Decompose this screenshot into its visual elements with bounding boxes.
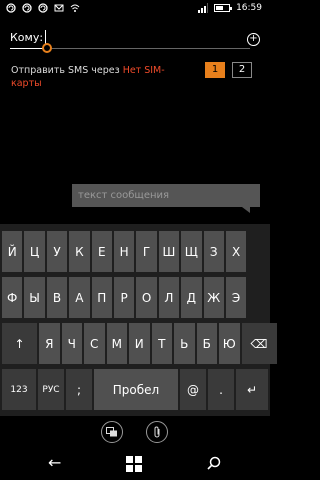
key[interactable]: Ф [2,277,23,318]
key[interactable]: Б [196,323,217,364]
key[interactable]: С [84,323,105,364]
battery-icon [214,4,233,12]
sms-via-prefix: Отправить SMS через [11,65,123,76]
keyboard: ЙЦУКЕНГШЩЗХ ФЫВАПРОЛДЖЭ ↑ ЯЧСМИТЬБЮ ⌫ 12… [0,224,277,416]
sim-2-button[interactable]: 2 [232,62,252,78]
wifi-icon [70,4,80,12]
text-caret [45,30,46,44]
space-key[interactable]: Пробел [94,369,178,410]
key[interactable]: М [106,323,127,364]
key[interactable]: Ю [219,323,240,364]
message-input[interactable] [72,184,260,207]
shift-key[interactable]: ↑ [2,323,37,364]
notification-icon [22,3,32,13]
keyboard-row-3-letters: ЯЧСМИТЬБЮ [39,323,240,364]
key[interactable]: П [91,277,112,318]
compose-toolbar [0,416,270,448]
notification-icon [38,3,48,13]
key[interactable]: О [136,277,157,318]
navigation-bar: ← [0,448,270,480]
status-left-icons [6,3,80,13]
backspace-key[interactable]: ⌫ [241,323,277,364]
status-time: 16:59 [236,3,262,13]
key[interactable]: Ж [203,277,224,318]
key[interactable]: Ы [24,277,45,318]
key[interactable]: К [69,231,90,272]
key[interactable]: Н [113,231,135,272]
key[interactable]: Й [2,231,23,272]
key[interactable]: Г [136,231,157,272]
status-right: 16:59 [198,3,262,13]
status-bar: 16:59 [0,0,270,18]
keyboard-row-4: 123 РУС ; Пробел @ . ↵ [2,369,268,410]
key[interactable]: Я [39,323,60,364]
windows-icon[interactable] [126,456,142,472]
key[interactable]: В [46,277,68,318]
key[interactable]: Ь [174,323,195,364]
key[interactable]: Е [91,231,112,272]
key[interactable]: Ш [158,231,180,272]
key[interactable]: Т [151,323,172,364]
message-icon [54,4,64,12]
key[interactable]: Х [225,231,247,272]
key[interactable]: Щ [181,231,202,272]
battery-level [216,6,223,10]
message-bubble[interactable] [72,184,260,213]
add-contact-icon[interactable]: + [247,33,260,46]
key[interactable]: Р [113,277,135,318]
signal-icon [198,3,209,13]
key[interactable]: Л [158,277,180,318]
key[interactable]: Ц [24,231,45,272]
enter-key[interactable]: ↵ [236,369,268,410]
selection-handle[interactable] [42,43,52,53]
keyboard-row-3: ↑ ЯЧСМИТЬБЮ ⌫ [2,323,277,364]
key[interactable]: З [203,231,224,272]
key[interactable]: А [69,277,90,318]
key[interactable]: И [129,323,150,364]
key[interactable]: Д [181,277,202,318]
keyboard-row-1: ЙЦУКЕНГШЩЗХ [2,231,247,272]
at-key[interactable]: @ [180,369,206,410]
to-label: Кому: [10,31,44,44]
keyboard-row-2: ФЫВАПРОЛДЖЭ [2,277,247,318]
sim-1-button[interactable]: 1 [205,62,225,78]
semicolon-key[interactable]: ; [66,369,92,410]
notification-icon [6,3,16,13]
numbers-key[interactable]: 123 [2,369,36,410]
key[interactable]: У [46,231,68,272]
recipient-row[interactable]: Кому: + [10,28,262,53]
attach-icon[interactable] [146,421,168,443]
back-icon[interactable]: ← [48,453,61,472]
dot-key[interactable]: . [208,369,234,410]
search-icon[interactable] [207,456,221,470]
key[interactable]: Ч [61,323,82,364]
sim-icon[interactable] [101,421,123,443]
sms-via-text: Отправить SMS через Нет SIM-карты [11,64,191,90]
key[interactable]: Э [225,277,247,318]
language-key[interactable]: РУС [38,369,64,410]
